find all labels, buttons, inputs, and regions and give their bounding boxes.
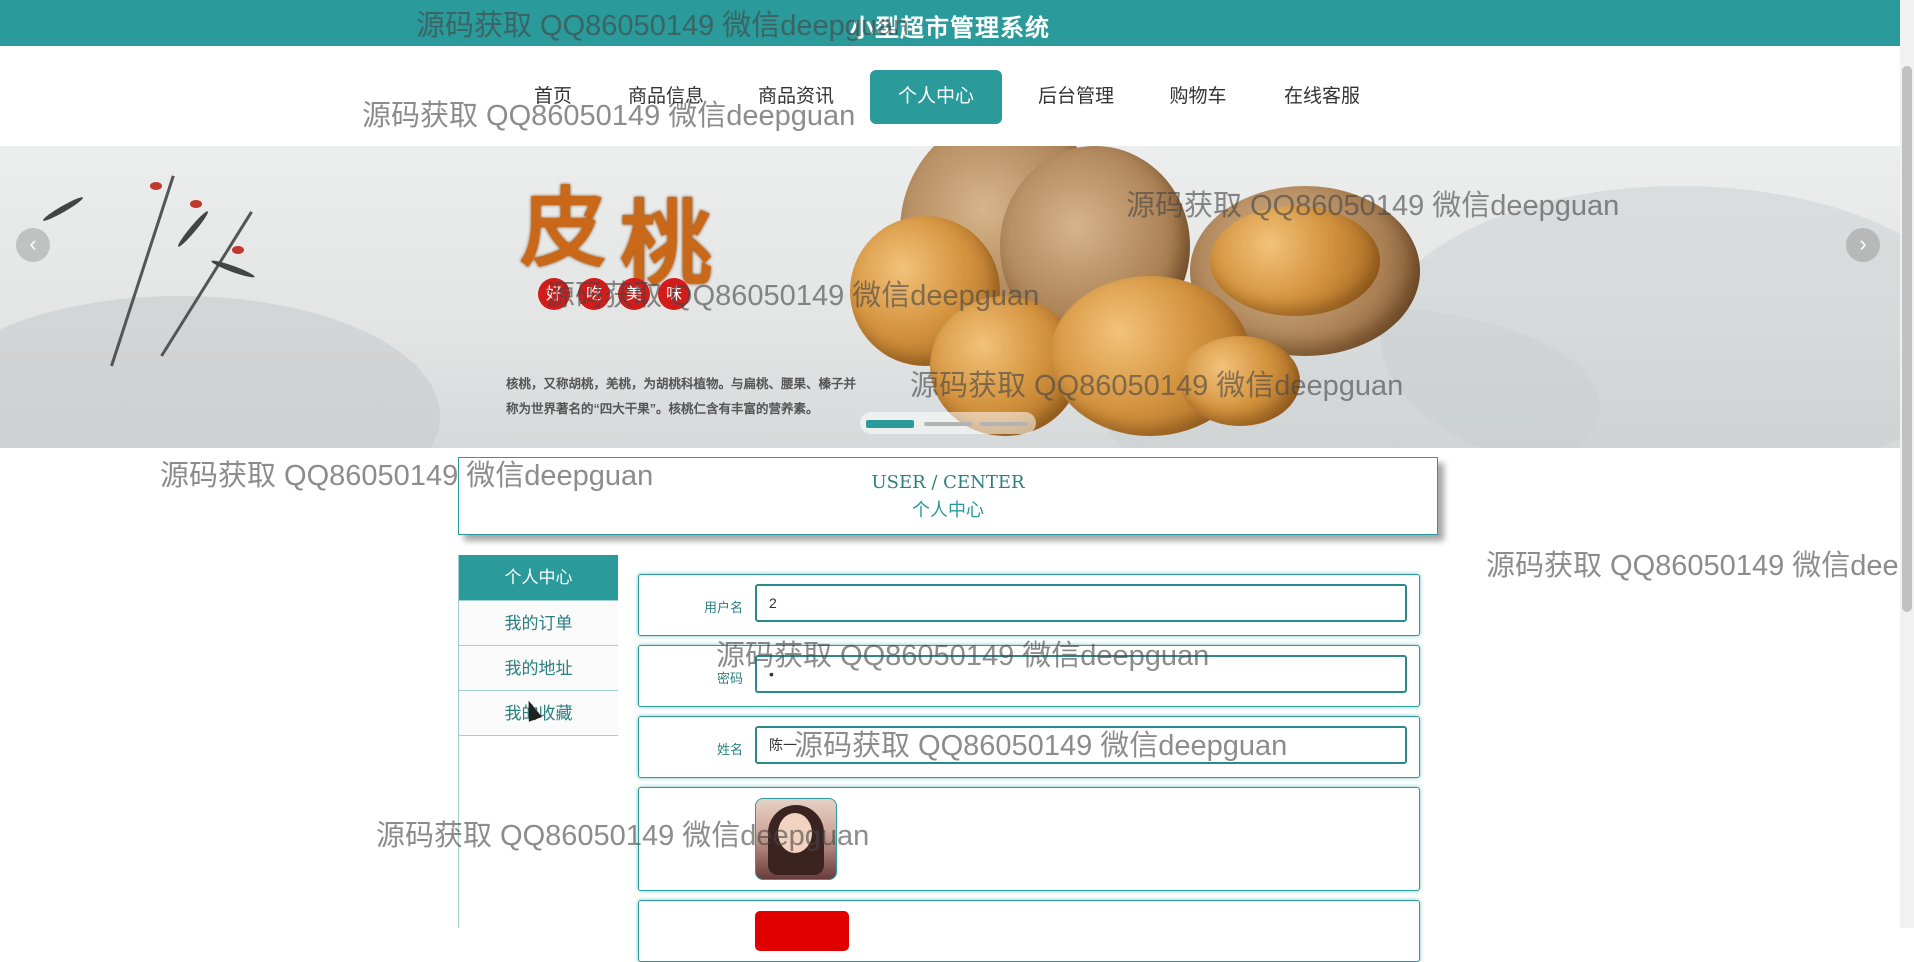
form-row-username: 用户名 2 [638,574,1420,636]
sidebar-item-profile[interactable]: 个人中心 [459,555,618,601]
nav-item-admin[interactable]: 后台管理 [1028,70,1124,124]
nav-item-news[interactable]: 商品资讯 [748,70,844,124]
banner-orchid-leaf [175,209,211,249]
password-label: 密码 [716,671,743,686]
chevron-right-icon: › [1859,231,1867,256]
page-scrollbar[interactable] [1900,0,1914,928]
name-label: 姓名 [716,742,743,757]
carousel-indicators [860,412,1036,434]
username-label: 用户名 [703,600,743,615]
banner-seal: 好 [538,278,570,310]
form-row-name: 姓名 陈一 [638,716,1420,778]
watermark-text: 源码获取 QQ86050149 微信deepguan [1486,550,1914,582]
nav-item-online-service[interactable]: 在线客服 [1272,70,1372,124]
top-bar: 小型超市管理系统 [0,0,1900,46]
carousel-dot[interactable] [924,422,972,426]
banner-seal: 美 [618,278,650,310]
banner-carousel[interactable]: 皮 桃 好 吃 美 味 核桃，又称胡桃，羌桃，为胡桃科植物。与扁桃、腰果、榛子并… [0,146,1900,448]
banner-title-char: 皮 [520,178,606,279]
banner-orchid-flower [232,246,244,254]
banner-seal: 吃 [578,278,610,310]
banner-seal: 味 [658,278,690,310]
banner-hill [0,296,440,448]
form-row-avatar [638,787,1420,891]
banner-description: 核桃，又称胡桃，羌桃，为胡桃科植物。与扁桃、腰果、榛子并 称为世界著名的“四大干… [506,372,916,422]
carousel-prev-button[interactable]: ‹ [16,228,50,262]
save-button[interactable] [755,911,849,951]
banner-description-line: 称为世界著名的“四大干果”。核桃仁含有丰富的营养素。 [506,402,819,416]
carousel-dot[interactable] [980,422,1028,426]
banner-orchid-flower [190,200,202,208]
form-row-password: 密码 • [638,645,1420,707]
scrollbar-thumb[interactable] [1902,66,1912,612]
user-sidebar: 个人中心 我的订单 我的地址 我的收藏 [458,555,618,928]
name-input[interactable]: 陈一 [755,726,1407,764]
nav-item-home[interactable]: 首页 [524,70,582,124]
site-title: 小型超市管理系统 [850,15,1050,42]
user-center-title-en: USER / CENTER [871,472,1025,493]
banner-orchid-leaf [41,194,85,224]
walnut-kernel [1180,336,1300,426]
form-row-actions [638,900,1420,962]
avatar-face [778,813,812,853]
nav-item-cart[interactable]: 购物车 [1160,70,1236,124]
password-input[interactable]: • [755,655,1407,693]
avatar[interactable] [755,798,837,880]
user-center-title-zh: 个人中心 [912,500,984,520]
carousel-dot[interactable] [866,420,914,428]
carousel-next-button[interactable]: › [1846,228,1880,262]
nav-item-products[interactable]: 商品信息 [618,70,714,124]
user-center-header: USER / CENTER 个人中心 [458,457,1438,535]
walnut-kernel [1210,206,1380,316]
username-input[interactable]: 2 [755,584,1407,622]
main-nav: 首页 商品信息 商品资讯 个人中心 后台管理 购物车 在线客服 [0,46,1900,146]
chevron-left-icon: ‹ [29,231,37,256]
banner-description-line: 核桃，又称胡桃，羌桃，为胡桃科植物。与扁桃、腰果、榛子并 [506,377,857,391]
sidebar-item-orders[interactable]: 我的订单 [459,602,618,646]
nav-item-user-center[interactable]: 个人中心 [870,70,1002,124]
banner-orchid-flower [150,182,162,190]
sidebar-item-addresses[interactable]: 我的地址 [459,647,618,691]
